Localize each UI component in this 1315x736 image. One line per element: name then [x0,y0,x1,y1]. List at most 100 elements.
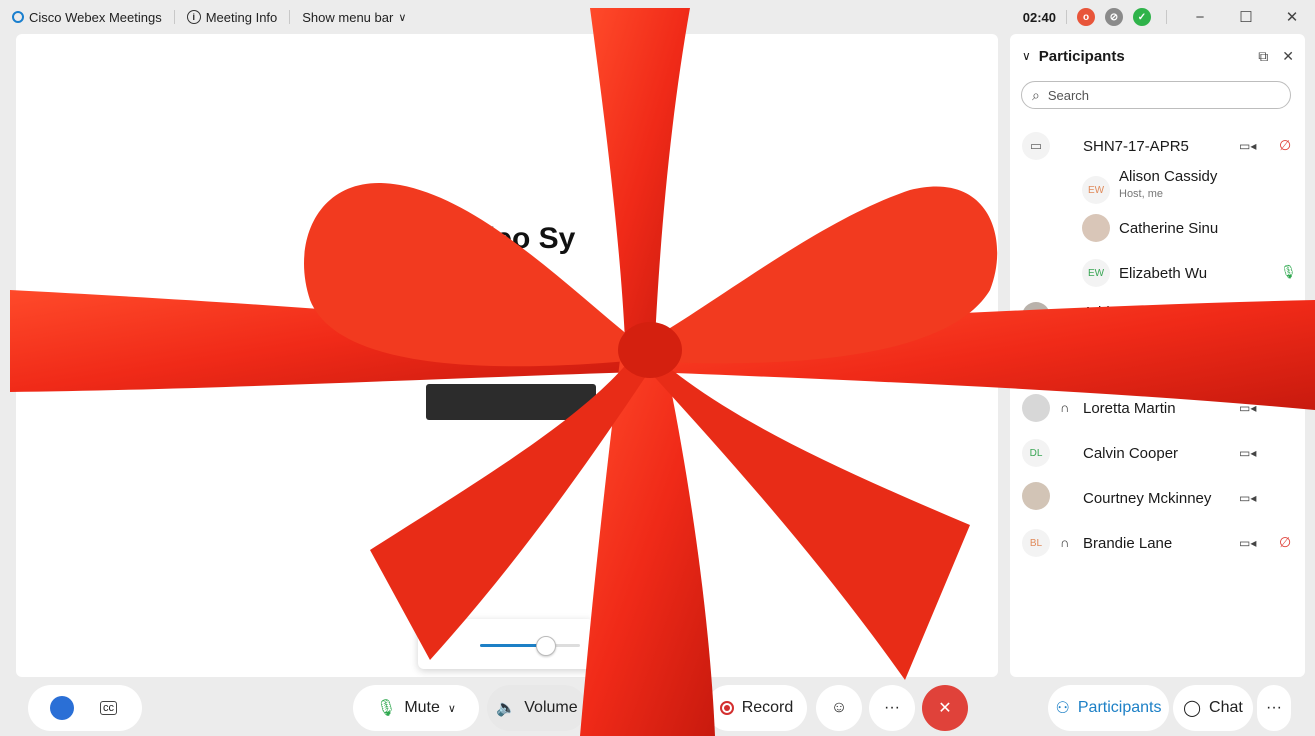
more-icon: ··· [884,699,900,716]
initials-avatar: DL [1022,439,1050,467]
app-name: Cisco Webex Meetings [29,9,162,25]
volume-label: Volume [524,699,578,716]
divider [1066,10,1067,24]
close-icon: ✕ [938,700,952,717]
volume-slider[interactable] [480,636,580,656]
participants-title: Participants [1038,47,1125,65]
participant-search-input[interactable]: ⌕ Search [1021,81,1291,109]
close-window-button[interactable]: ✕ [1269,8,1315,26]
video-camera-icon[interactable]: ▭◂ [1239,491,1256,505]
volume-slider-thumb[interactable] [536,636,556,656]
meeting-info-button[interactable]: i Meeting Info [175,10,290,25]
divider [1166,10,1167,24]
popout-icon[interactable]: ⧉ [1258,48,1268,65]
shared-content-stage: C ideo Sy [16,34,998,677]
video-camera-icon[interactable]: ▭◂ [1239,446,1256,460]
initials-avatar: EW [1082,176,1110,204]
app-title: Cisco Webex Meetings [0,10,174,25]
more-icon: ··· [1266,699,1282,716]
participants-label: Participants [1077,699,1162,716]
closed-captions-icon[interactable]: cc [100,701,117,715]
panel-more-button[interactable]: ··· [1257,685,1291,731]
show-menu-bar-button[interactable]: Show menu bar ∨ [290,10,418,25]
participant-row[interactable]: Courtney Mckinney ▭◂ [1010,476,1305,520]
participant-name: Loretta Martin [1083,400,1176,417]
video-camera-icon[interactable]: ▭◂ [1239,536,1256,550]
search-icon: ⌕ [1032,86,1040,103]
active-mic-icon[interactable]: 🎙 [1280,264,1297,280]
info-icon: i [186,10,201,24]
collapse-chevron-icon[interactable]: ∨ [1022,49,1031,63]
participant-name: Catherine Sinu [1119,220,1219,237]
device-icon: ▭ [1022,132,1050,160]
avatar [1022,482,1050,510]
recording-status-icon[interactable]: o [1077,8,1095,26]
meeting-info-label: Meeting Info [205,9,278,25]
connection-status-icon[interactable]: ⊘ [1105,8,1123,26]
show-menu-bar-label: Show menu bar [302,9,394,25]
participant-row[interactable]: BL ∩ Brandie Lane ▭◂ ∅ [1010,521,1305,565]
search-placeholder: Search [1047,87,1090,103]
avatar [1022,394,1050,422]
video-camera-icon[interactable]: ▭◂ [1239,139,1256,153]
minimize-button[interactable]: − [1177,9,1223,26]
chat-bubble-icon: ◯ [1183,700,1202,717]
participants-panel: ∨ Participants ⧉ ✕ ⌕ Search ▭ SHN7-17-AP… [1010,34,1305,677]
mute-label: Mute [404,699,440,716]
participant-name: Courtney Mckinney [1083,490,1212,507]
participant-name: SHN7-17-APR5 [1083,138,1189,155]
participant-row[interactable]: ∩ Loretta Martin ▭◂ [1010,386,1305,430]
webex-logo-icon [12,11,24,23]
record-icon [719,701,734,715]
participants-header: ∨ Participants ⧉ ✕ [1022,46,1294,66]
participant-row[interactable]: ▭ SHN7-17-APR5 ▭◂ ∅ [1010,124,1305,168]
more-options-button[interactable]: ··· [869,685,915,731]
chat-button[interactable]: ◯ Chat [1173,685,1253,731]
chevron-down-icon[interactable]: ∨ [448,702,456,715]
participant-row[interactable]: Adrian... [1010,300,1305,344]
initials-avatar: EW [1082,259,1110,287]
participant-name: Brandie Lane [1083,535,1173,552]
headset-icon: ∩ [1060,400,1070,415]
smiley-icon: ☺ [830,699,848,716]
participant-name: Adrian... [1083,304,1139,321]
close-panel-icon[interactable]: ✕ [1282,48,1294,65]
maximize-button[interactable]: ☐ [1223,8,1269,26]
participant-name: Elizabeth Wu [1119,265,1208,282]
participant-name: Alison Cassidy [1119,168,1218,185]
end-meeting-button[interactable]: ✕ [922,685,968,731]
participant-name: Calvin Cooper [1083,445,1179,462]
reactions-button[interactable]: ☺ [816,685,862,731]
participant-row[interactable]: EW Elizabeth Wu 🎙 [1010,256,1305,300]
speaker-icon: 🔈 [496,700,517,717]
meeting-controls-bar: cc 🎙 Mute ∨ 🔈 Volume Record ☺ ··· ✕ ⚇ Pa… [0,680,1315,736]
muted-mic-icon[interactable]: ∅ [1279,137,1291,154]
slide-title: C ideo Sy [438,222,576,255]
mute-button[interactable]: 🎙 Mute ∨ [353,685,479,731]
avatar [1022,302,1050,330]
avatar [1082,214,1110,242]
participants-button[interactable]: ⚇ Participants [1048,685,1169,731]
chevron-down-icon: ∨ [398,11,407,24]
initials-avatar: BL [1022,529,1050,557]
headset-icon: ∩ [1060,535,1070,550]
meeting-timer: 02:40 [1022,9,1056,25]
participant-row[interactable]: EW Alison Cassidy Host, me [1010,166,1305,214]
record-button[interactable]: Record [706,685,807,731]
participant-role: Host, me [1119,188,1164,200]
participants-icon: ⚇ [1055,700,1070,717]
webex-assistant-icon[interactable] [50,696,74,720]
security-shield-icon[interactable]: ✓ [1133,8,1151,26]
muted-mic-icon[interactable]: ∅ [1279,534,1291,551]
title-bar-right: 02:40 o ⊘ ✓ − ☐ ✕ [1013,0,1315,34]
video-camera-icon[interactable]: ▭◂ [1239,401,1256,415]
participant-row[interactable]: DL Calvin Cooper ▭◂ [1010,431,1305,475]
video-device-image [426,384,596,420]
microphone-icon: 🎙 [376,700,397,717]
chat-label: Chat [1209,699,1243,716]
volume-button[interactable]: 🔈 Volume [487,685,587,731]
volume-popover [418,619,594,669]
assistant-captions-group: cc [28,685,142,731]
record-label: Record [741,699,794,716]
participant-row[interactable]: Catherine Sinu [1010,212,1305,256]
